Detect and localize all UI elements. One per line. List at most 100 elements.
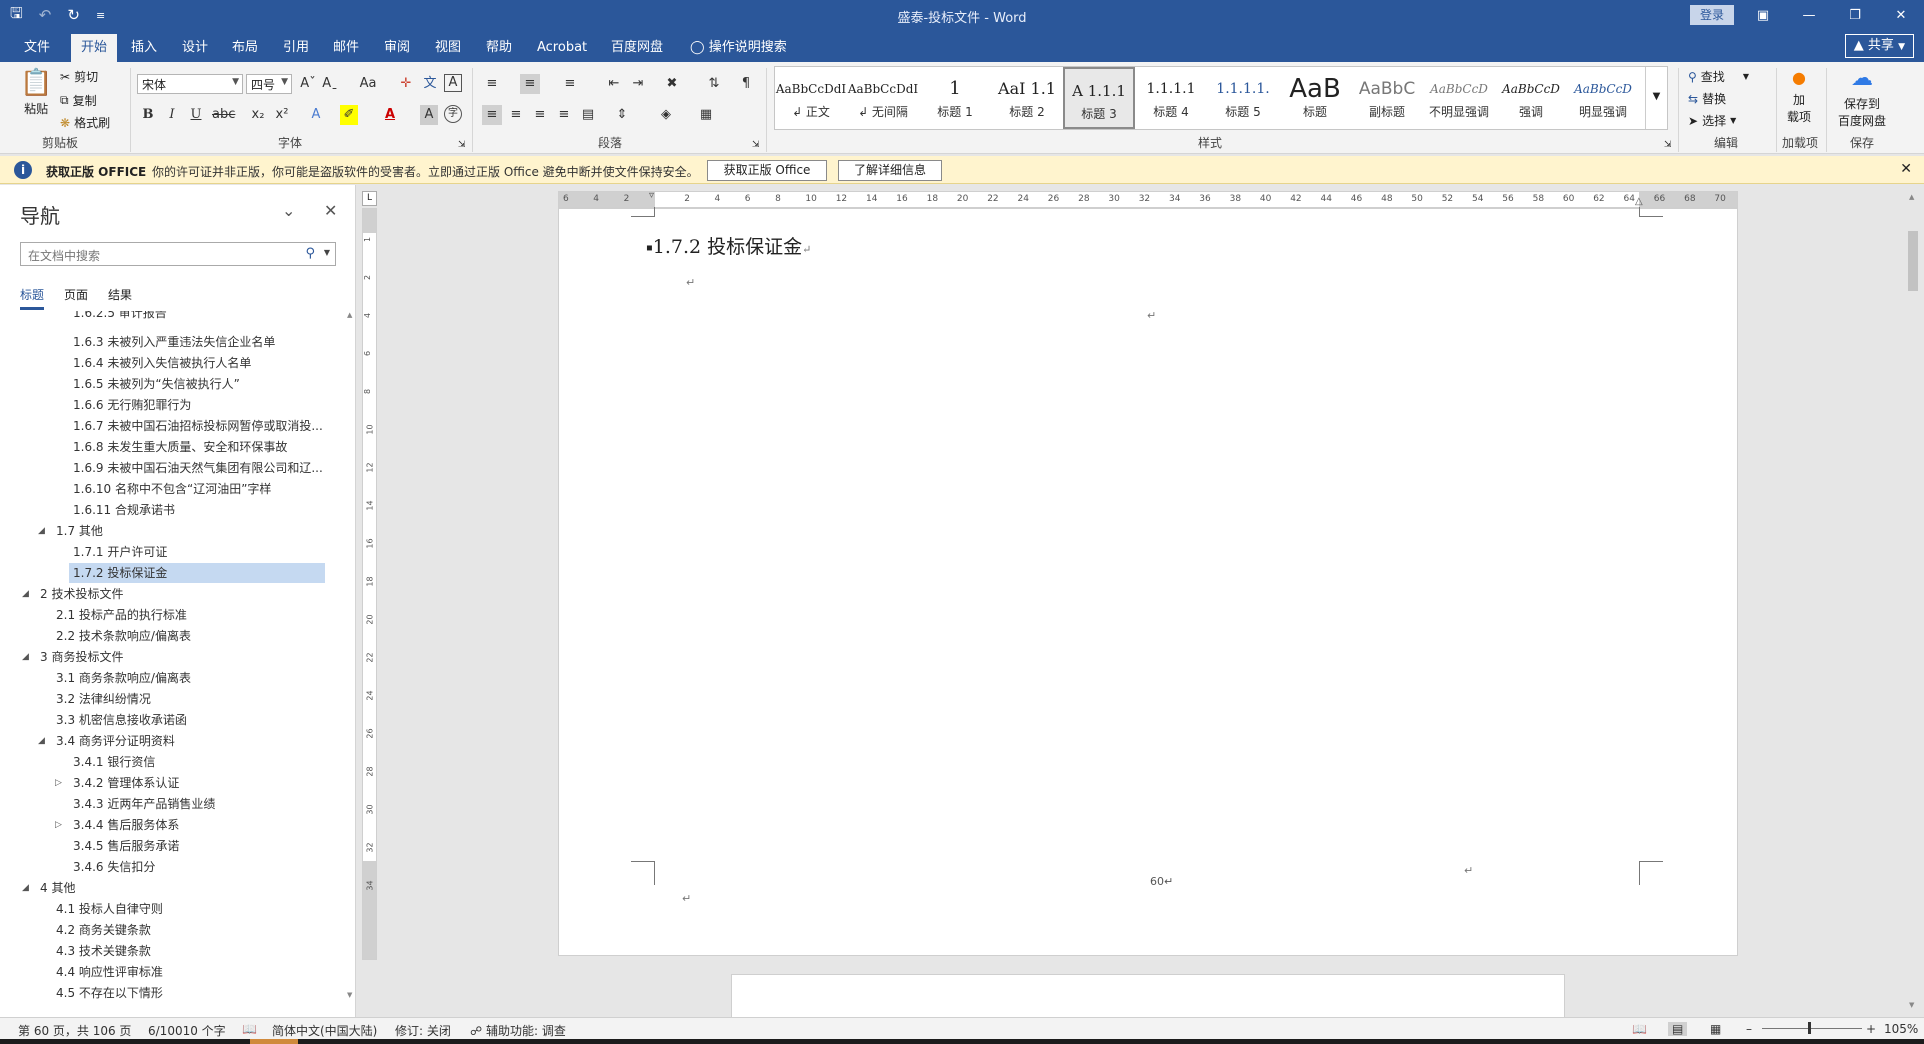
taskbar-item[interactable] [250, 1039, 298, 1044]
expanded-triangle-icon[interactable]: ◢ [38, 736, 45, 746]
strikethrough-icon[interactable]: abc [212, 105, 235, 125]
copy-button[interactable]: ⧉ 复制 [60, 92, 97, 109]
nav-heading-item[interactable]: 4.4 响应性评审标准 [52, 962, 163, 982]
nav-heading-item[interactable]: 3.4.4 售后服务体系 [69, 815, 179, 835]
indent-marker-icon[interactable]: ▿ [649, 190, 654, 201]
customize-qat-icon[interactable]: ≡ [96, 9, 105, 22]
tab-mailings[interactable]: 邮件 [323, 34, 369, 62]
get-genuine-button[interactable]: 获取正版 Office [707, 160, 827, 181]
replace-button[interactable]: ⇆ 替换 [1688, 90, 1726, 107]
tab-headings[interactable]: 标题 [20, 286, 45, 310]
tab-view[interactable]: 视图 [425, 34, 471, 62]
nav-heading-item[interactable]: 1.6.10 名称中不包含“辽河油田”字样 [69, 479, 271, 499]
language-status[interactable]: 简体中文(中国大陆) [272, 1022, 377, 1039]
scroll-thumb[interactable] [1908, 231, 1918, 291]
accessibility-status[interactable]: ☍ 辅助功能: 调查 [470, 1022, 566, 1039]
char-shading-icon[interactable]: A [420, 105, 438, 125]
nav-heading-item[interactable]: 1.6.5 未被列为“失信被执行人” [69, 374, 240, 394]
bold-icon[interactable]: B [138, 105, 158, 125]
horizontal-ruler[interactable]: ▿ △ 6 4 2 2 4 6 8 10 12 14 16 18 20 22 24 26 28 30 32 34 36 3… [558, 190, 1738, 208]
save-to-baidu-button[interactable]: ☁ 保存到 百度网盘 [1834, 66, 1890, 129]
scroll-down-icon[interactable]: ▼ [1909, 1001, 1914, 1009]
tab-home[interactable]: 开始 [71, 34, 118, 62]
document-scrollbar[interactable]: ▲ ▼ [1906, 191, 1920, 1015]
nav-heading-item[interactable]: 3.4.6 失信扣分 [69, 857, 155, 877]
nav-heading-item[interactable]: 1.7.2 投标保证金 [69, 563, 325, 583]
document-heading[interactable]: ▪1.7.2 投标保证金↵ [646, 232, 811, 259]
save-icon[interactable]: 🖫 [10, 3, 23, 28]
tab-baidu-netdisk[interactable]: 百度网盘 [601, 34, 673, 62]
ribbon-display-icon[interactable]: ▣ [1740, 0, 1786, 30]
align-left-icon[interactable]: ≡ [482, 105, 502, 125]
learn-more-button[interactable]: 了解详细信息 [838, 160, 942, 181]
gallery-more-icon[interactable]: ▼ [1645, 67, 1667, 129]
tell-me-search[interactable]: ◯ 操作说明搜索 [680, 34, 797, 62]
nav-heading-item[interactable]: 3 商务投标文件 [36, 647, 123, 667]
chevron-down-icon[interactable]: ▼ [324, 248, 330, 257]
scroll-up-icon[interactable]: ▲ [1909, 193, 1914, 201]
nav-heading-item[interactable]: 1.6.9 未被中国石油天然气集团有限公司和辽... [69, 458, 323, 478]
nav-heading-item[interactable]: 4.3 技术关键条款 [52, 941, 151, 961]
nav-heading-item[interactable]: 2 技术投标文件 [36, 584, 123, 604]
web-layout-icon[interactable]: ▦ [1710, 1022, 1721, 1036]
redo-icon[interactable]: ↻ [67, 6, 80, 24]
align-center-icon[interactable]: ≡ [506, 105, 526, 125]
nav-heading-item[interactable]: 1.6.11 合规承诺书 [69, 500, 175, 520]
next-page[interactable] [731, 974, 1565, 1018]
style-heading-5[interactable]: 1.1.1.1. 标题 5 [1207, 67, 1279, 129]
nav-heading-item[interactable]: 1.7 其他 [52, 521, 103, 541]
font-size-combo[interactable]: 四号 ▼ [246, 74, 292, 94]
nav-scrollbar[interactable]: ▲ ▼ [344, 311, 354, 1011]
multilevel-list-icon[interactable]: ≡ [560, 74, 580, 94]
word-count-status[interactable]: 6/10010 个字 [148, 1022, 226, 1039]
zoom-level[interactable]: 105% [1884, 1022, 1918, 1036]
collapsed-triangle-icon[interactable]: ▷ [55, 820, 62, 830]
tab-references[interactable]: 引用 [273, 34, 319, 62]
nav-heading-item[interactable]: 1.6.8 未发生重大质量、安全和环保事故 [69, 437, 287, 457]
tab-file[interactable]: 文件 [14, 34, 60, 62]
style-heading-2[interactable]: AaI 1.1 标题 2 [991, 67, 1063, 129]
borders-icon[interactable]: ▦ [696, 105, 716, 125]
right-indent-icon[interactable]: △ [1635, 196, 1643, 207]
nav-heading-item[interactable]: 4.5 不存在以下情形 [52, 983, 163, 1003]
nav-heading-item[interactable]: 2.1 投标产品的执行标准 [52, 605, 187, 625]
undo-icon[interactable]: ↶ [39, 6, 52, 24]
proofing-icon[interactable]: 📖 [242, 1022, 257, 1036]
nav-heading-item[interactable]: 3.1 商务条款响应/偏离表 [52, 668, 191, 688]
login-button[interactable]: 登录 [1690, 5, 1734, 25]
style-subtitle[interactable]: AaBbC 副标题 [1351, 67, 1423, 129]
nav-heading-item[interactable]: 3.3 机密信息接收承诺函 [52, 710, 187, 730]
highlight-icon[interactable]: ✐ [340, 105, 358, 125]
collapsed-triangle-icon[interactable]: ▷ [55, 778, 62, 788]
numbering-icon[interactable]: ≡ [520, 74, 540, 94]
bullets-icon[interactable]: ≡ [482, 74, 502, 94]
nav-heading-item[interactable]: 4.1 投标人自律守则 [52, 899, 163, 919]
grow-font-icon[interactable]: Aˇ [298, 74, 318, 94]
style-heading-4[interactable]: 1.1.1.1 标题 4 [1135, 67, 1207, 129]
addins-button[interactable]: ● 加 载项 [1784, 68, 1814, 125]
read-mode-icon[interactable]: 📖 [1632, 1022, 1647, 1036]
nav-search-input[interactable]: 在文档中搜索 ⚲ ▼ [20, 242, 336, 266]
print-layout-icon[interactable]: ▤ [1668, 1022, 1688, 1036]
subscript-icon[interactable]: x₂ [248, 105, 268, 125]
char-border-icon[interactable]: A [444, 74, 462, 92]
format-painter-button[interactable]: ❋ 格式刷 [60, 114, 110, 131]
style-emphasis[interactable]: AaBbCcD 强调 [1495, 67, 1567, 129]
chevron-down-icon[interactable]: ⌄ [282, 201, 295, 220]
tab-insert[interactable]: 插入 [121, 34, 167, 62]
distributed-icon[interactable]: ▤ [578, 105, 598, 125]
nav-heading-item[interactable]: 3.4.1 银行资信 [69, 752, 155, 772]
style-heading-3[interactable]: A 1.1.1 标题 3 [1063, 67, 1135, 129]
expanded-triangle-icon[interactable]: ◢ [22, 652, 29, 662]
nav-heading-item[interactable]: 3.4 商务评分证明资料 [52, 731, 175, 751]
tab-pages[interactable]: 页面 [64, 286, 88, 310]
tab-review[interactable]: 审阅 [374, 34, 420, 62]
phonetic-guide-icon[interactable]: 文 [420, 74, 440, 94]
cut-button[interactable]: ✂ 剪切 [60, 68, 98, 85]
clear-format-icon[interactable]: ✛ [396, 74, 416, 94]
shading-icon[interactable]: ◈ [656, 105, 676, 125]
nav-heading-item[interactable]: 3.4.2 管理体系认证 [69, 773, 179, 793]
show-marks-icon[interactable]: ¶ [736, 74, 756, 94]
expanded-triangle-icon[interactable]: ◢ [38, 526, 45, 536]
search-icon[interactable]: ⚲ [305, 246, 315, 261]
